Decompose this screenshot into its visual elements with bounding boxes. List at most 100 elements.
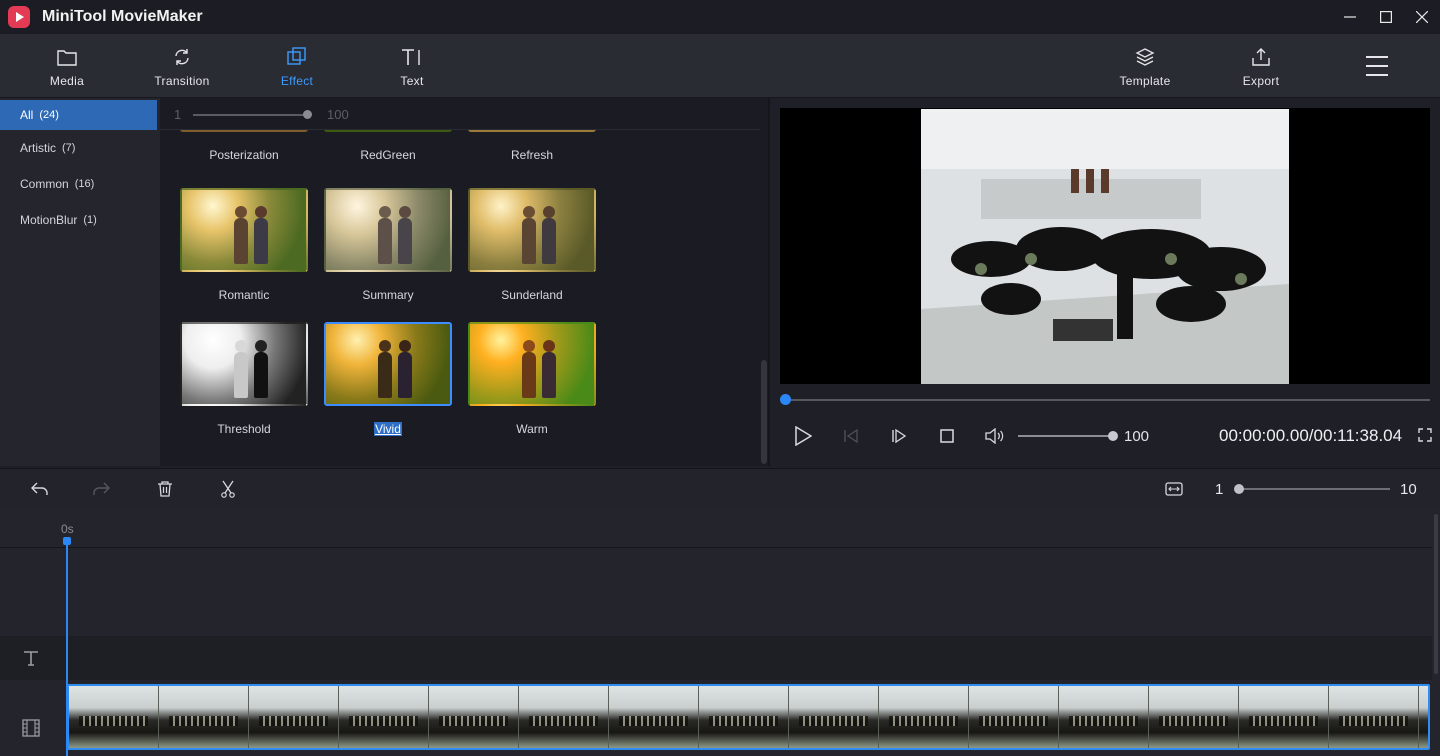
figure-right (254, 340, 268, 398)
media-tab-label: Media (49, 74, 85, 88)
app-title: MiniTool MovieMaker (42, 8, 203, 25)
effect-name: Romantic (218, 288, 270, 302)
export-button[interactable]: Export (1216, 34, 1306, 98)
slider-min-label: 1 (174, 107, 182, 122)
effect-tab-label: Effect (280, 74, 314, 88)
figure-left (234, 206, 248, 264)
zoom-slider[interactable] (1238, 488, 1390, 490)
scrollbar-thumb[interactable] (1434, 514, 1438, 674)
effect-item-romantic[interactable]: Romantic (180, 188, 308, 304)
transition-tab[interactable]: Transition (137, 34, 227, 98)
transition-icon (172, 44, 192, 70)
seek-handle[interactable] (780, 394, 791, 405)
text-tab[interactable]: Text (367, 34, 457, 98)
zoom-max-label: 10 (1400, 481, 1417, 498)
folder-icon (57, 44, 77, 70)
effect-name: Sunderland (501, 288, 563, 302)
figure-right (542, 206, 556, 264)
effect-tab[interactable]: Effect (252, 34, 342, 98)
zoom-knob[interactable] (1234, 484, 1244, 494)
effect-name: Threshold (217, 422, 271, 436)
effect-item-summary[interactable]: Summary (324, 188, 452, 304)
text-track[interactable] (0, 636, 1432, 680)
category-all[interactable]: All (24) (0, 100, 157, 130)
volume-value: 100 (1124, 428, 1150, 445)
template-button[interactable]: Template (1100, 34, 1190, 98)
seek-bar[interactable] (782, 399, 1430, 401)
time-ruler[interactable]: 0s (0, 508, 1432, 548)
figure-left (234, 340, 248, 398)
scrollbar-thumb[interactable] (761, 360, 767, 464)
zoom-min-label: 1 (1215, 481, 1224, 498)
split-button[interactable] (217, 479, 239, 499)
fit-timeline-button[interactable] (1163, 479, 1185, 499)
category-common[interactable]: Common (16) (0, 166, 157, 202)
category-label: Common (20, 177, 69, 191)
title-bar: MiniTool MovieMaker (0, 0, 1440, 34)
preview-player: 100 00:00:00.00/00:11:38.04 (770, 98, 1440, 466)
redo-button[interactable] (90, 479, 112, 499)
window-controls (1332, 0, 1440, 34)
effect-name: Warm (516, 422, 548, 436)
undo-icon (31, 482, 48, 495)
media-tab[interactable]: Media (22, 34, 112, 98)
close-button[interactable] (1404, 0, 1440, 34)
playhead[interactable] (66, 540, 68, 756)
slider-knob[interactable] (303, 110, 312, 119)
app-window: MiniTool MovieMaker Media Transition Eff… (0, 0, 1440, 756)
figure-right (398, 340, 412, 398)
category-count: (7) (62, 142, 76, 154)
effect-gallery: 1 100 Posterization RedGreen Refresh Rom… (160, 98, 768, 466)
category-count: (16) (74, 178, 95, 190)
export-icon (1251, 44, 1271, 70)
volume-slider[interactable] (1018, 435, 1112, 437)
timeline-toolbar: 1 10 (0, 468, 1440, 508)
template-button-label: Template (1119, 74, 1171, 88)
volume-knob[interactable] (1108, 431, 1118, 441)
volume-button[interactable] (980, 424, 1010, 448)
stop-icon (940, 429, 954, 443)
effect-thumbnail (180, 188, 308, 272)
minimize-icon (1344, 16, 1356, 18)
effect-item-vivid[interactable]: Vivid (324, 322, 452, 438)
effect-item-sunderland[interactable]: Sunderland (468, 188, 596, 304)
fit-to-screen-icon (1165, 482, 1183, 496)
slider-track[interactable] (193, 114, 307, 116)
category-label: Artistic (20, 141, 56, 155)
main-toolbar: Media Transition Effect Text Template Ex… (0, 34, 1440, 98)
effect-item-threshold[interactable]: Threshold (180, 322, 308, 438)
layers-icon (1135, 44, 1155, 70)
maximize-button[interactable] (1368, 0, 1404, 34)
play-button[interactable] (788, 424, 818, 448)
delete-button[interactable] (154, 479, 176, 499)
category-artistic[interactable]: Artistic (7) (0, 130, 157, 166)
next-frame-button[interactable] (884, 424, 914, 448)
close-icon (1416, 11, 1428, 23)
undo-button[interactable] (29, 479, 51, 499)
timeline-scrollbar[interactable] (1432, 508, 1440, 756)
fullscreen-icon[interactable] (1418, 428, 1432, 442)
figure-right (542, 340, 556, 398)
hamburger-menu-icon[interactable] (1366, 56, 1388, 76)
trash-icon (158, 481, 172, 497)
figure-right (398, 206, 412, 264)
effect-thumbnail (324, 322, 452, 406)
playhead-handle[interactable] (63, 537, 71, 545)
export-button-label: Export (1242, 74, 1280, 88)
play-icon (795, 426, 812, 446)
previous-frame-button[interactable] (836, 424, 866, 448)
category-motionblur[interactable]: MotionBlur (1) (0, 202, 157, 238)
text-icon (401, 44, 423, 70)
stop-button[interactable] (932, 424, 962, 448)
minimize-button[interactable] (1332, 0, 1368, 34)
effect-thumbnail (180, 322, 308, 406)
timeline: 0s (0, 508, 1440, 756)
effect-item-warm[interactable]: Warm (468, 322, 596, 438)
figure-right (254, 206, 268, 264)
effect-thumbnail (468, 188, 596, 272)
video-clip[interactable] (67, 684, 1430, 750)
effect-name: Posterization (209, 148, 279, 162)
effect-gallery-scrollbar[interactable] (760, 98, 768, 466)
text-tab-label: Text (400, 74, 424, 88)
speaker-icon (985, 428, 1004, 444)
